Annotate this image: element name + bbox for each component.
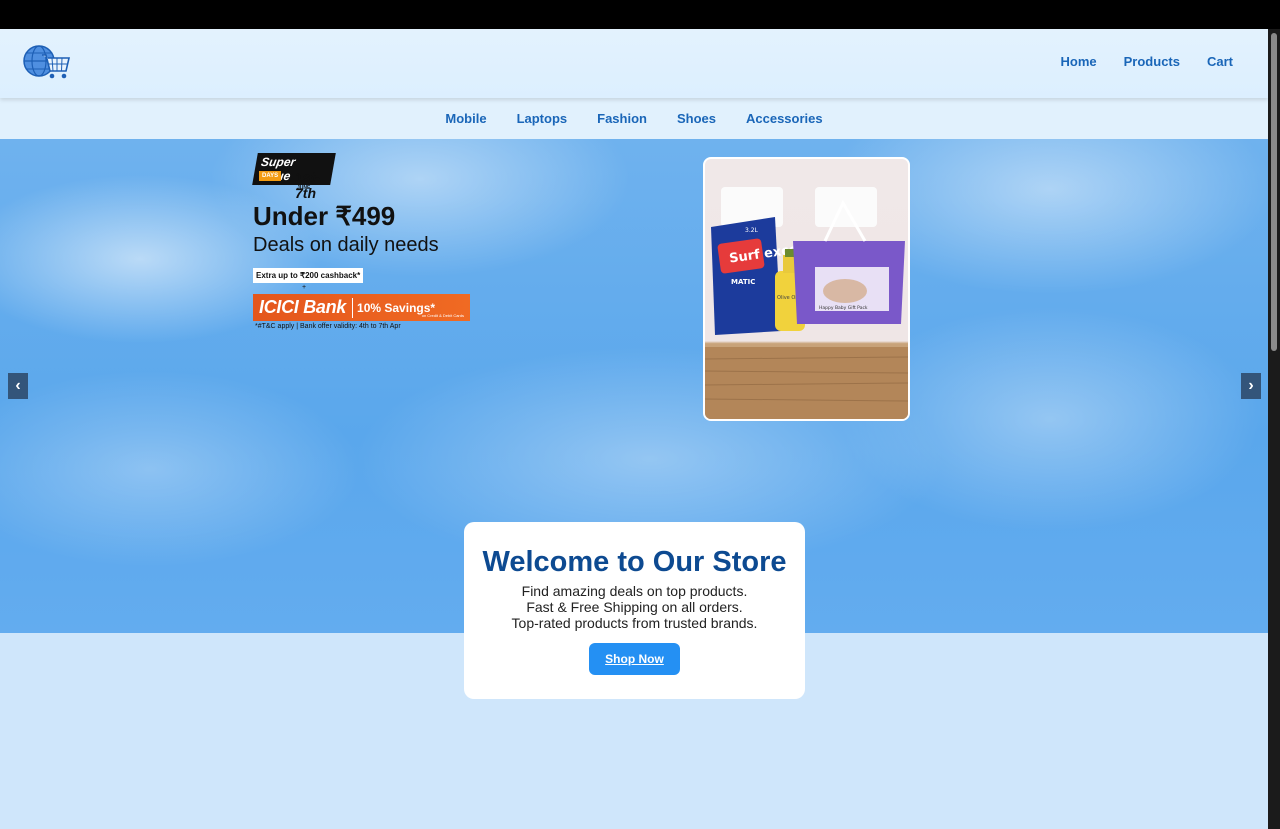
nav-cart-link[interactable]: Cart	[1207, 54, 1233, 69]
carousel-prev-button[interactable]: ‹	[8, 373, 28, 399]
category-shoes[interactable]: Shoes	[677, 111, 716, 126]
nav-products-link[interactable]: Products	[1124, 54, 1180, 69]
badge-days: DAYS	[259, 171, 282, 181]
globe-cart-icon[interactable]	[22, 43, 71, 83]
welcome-card: Welcome to Our Store Find amazing deals …	[464, 522, 805, 699]
plus-sign: +	[302, 284, 307, 291]
site-header: Home Products Cart	[0, 29, 1268, 98]
page-viewport: Home Products Cart Mobile Laptops Fashio…	[0, 29, 1268, 829]
category-fashion[interactable]: Fashion	[597, 111, 647, 126]
welcome-line-1: Find amazing deals on top products.	[521, 583, 748, 599]
promo-subheadline: Deals on daily needs	[253, 234, 439, 256]
bank-name: ICICI Bank	[259, 297, 347, 317]
promo-headline: Under ₹499	[253, 201, 396, 231]
page-scrollbar[interactable]	[1268, 29, 1280, 829]
category-bar: Mobile Laptops Fashion Shoes Accessories	[0, 98, 1268, 139]
welcome-line-2: Fast & Free Shipping on all orders.	[526, 599, 743, 615]
welcome-title: Welcome to Our Store	[482, 546, 787, 578]
badge-month: JUNE	[297, 185, 311, 191]
detergent-sub: MATIC	[731, 278, 755, 286]
category-laptops[interactable]: Laptops	[517, 111, 568, 126]
category-accessories[interactable]: Accessories	[746, 111, 823, 126]
main-nav: Home Products Cart	[1061, 54, 1233, 69]
scrollbar-thumb[interactable]	[1271, 33, 1277, 351]
category-mobile[interactable]: Mobile	[445, 111, 486, 126]
detergent-size: 3.2L	[745, 227, 759, 234]
oil-label: Olive Oil	[777, 295, 798, 301]
super-value-badge: Super Value DAYS 1st-7th JUNE	[252, 151, 336, 201]
carousel-next-button[interactable]: ›	[1241, 373, 1261, 399]
terms-text: *#T&C apply | Bank offer validity: 4th t…	[255, 323, 401, 330]
bank-divider	[352, 297, 354, 318]
product-image[interactable]: Surf excel 3.2L MATIC Olive Oil Happy Ba…	[703, 157, 910, 421]
shop-now-button[interactable]: Shop Now	[589, 643, 680, 675]
nav-home-link[interactable]: Home	[1061, 54, 1097, 69]
basket-label: Happy Baby Gift Pack	[819, 305, 868, 311]
bank-offer-banner: ICICI Bank 10% Savings* on Credit & Debi…	[253, 294, 470, 321]
welcome-line-3: Top-rated products from trusted brands.	[511, 615, 758, 631]
browser-top-bar	[0, 0, 1280, 29]
promo-banner[interactable]: Super Value DAYS 1st-7th JUNE Under ₹499…	[252, 151, 483, 341]
cashback-tag: Extra up to ₹200 cashback*	[253, 268, 364, 283]
bank-sub-text: on Credit & Debit Cards	[421, 313, 464, 318]
